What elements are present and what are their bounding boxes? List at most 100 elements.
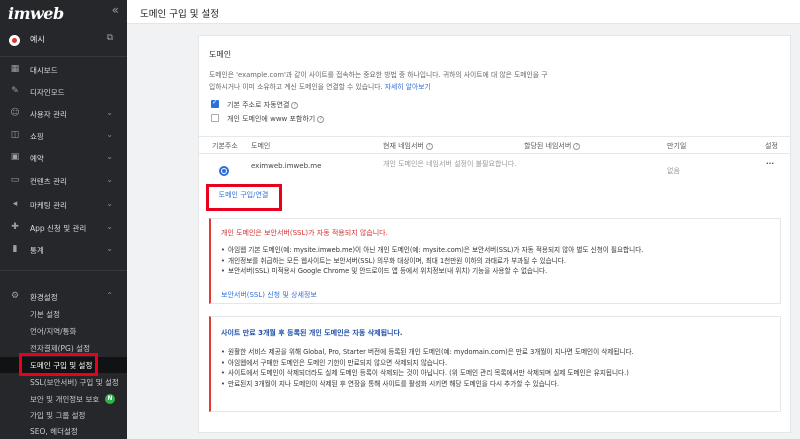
sub-item-label: 가입 및 그룹 설정 bbox=[30, 411, 86, 420]
description-text: 도메인은 'example.com'과 같이 사이트를 접속하는 중요한 방법 … bbox=[209, 71, 548, 91]
bag-icon: ◫ bbox=[10, 130, 20, 140]
sidebar-item-label: 예약 bbox=[30, 154, 44, 163]
sidebar-item-statistics[interactable]: ▮ 통계 ⌄ bbox=[0, 240, 127, 260]
learn-more-link[interactable]: 자세히 알아보기 bbox=[385, 83, 431, 91]
help-icon[interactable]: ? bbox=[573, 142, 581, 150]
sidebar-item-content[interactable]: ▭ 컨텐츠 관리 ⌄ bbox=[0, 171, 127, 191]
divider bbox=[0, 56, 127, 57]
sidebar-item-label: 디자인모드 bbox=[30, 88, 65, 97]
chevron-down-icon: ⌄ bbox=[106, 152, 113, 161]
column-header: 현재 네임서버? bbox=[383, 141, 433, 151]
sidebar-item-label: App 신청 및 관리 bbox=[30, 224, 87, 233]
column-header: 할당된 네임서버? bbox=[524, 141, 581, 151]
sidebar-item-marketing[interactable]: ◂ 마케팅 관리 ⌄ bbox=[0, 195, 127, 215]
settings-sub-signup[interactable]: 가입 및 그룹 설정 bbox=[0, 407, 127, 423]
chevron-up-icon: ⌃ bbox=[106, 291, 113, 300]
table-row: eximweb.imweb.me 개인 도메인은 네임서버 설정이 불필요합니다… bbox=[199, 154, 790, 185]
sidebar-item-reservation[interactable]: ▣ 예약 ⌄ bbox=[0, 148, 127, 168]
sidebar: imweb « 예시 ⧉ ▦ 대시보드 ✎ 디자인모드 ☺ 사용자 관리 ⌄ ◫… bbox=[0, 0, 127, 439]
megaphone-icon: ◂ bbox=[12, 199, 18, 209]
collapse-sidebar-icon[interactable]: « bbox=[112, 3, 119, 17]
page-title: 도메인 구입 및 설정 bbox=[140, 9, 219, 20]
expiration-notice: 사이트 만료 3개월 후 등록된 개인 도메인은 자동 삭제됩니다. 원활한 서… bbox=[209, 316, 781, 412]
chevron-down-icon: ⌄ bbox=[106, 175, 113, 184]
help-icon[interactable]: ? bbox=[291, 101, 299, 109]
settings-sub-security[interactable]: 보안 및 개인정보 보호 N bbox=[0, 391, 127, 407]
help-icon[interactable]: ? bbox=[317, 115, 325, 123]
folder-icon: ▭ bbox=[10, 175, 20, 185]
list-item: 개인정보를 취급하는 모든 웹사이트는 보안서버(SSL) 의무화 대상이며, … bbox=[221, 256, 643, 267]
divider bbox=[0, 270, 127, 271]
grid-icon: ▦ bbox=[10, 64, 20, 74]
sub-item-label: SSL(보안서버) 구입 및 설정 bbox=[30, 378, 119, 387]
new-badge: N bbox=[105, 394, 115, 404]
notice-title: 사이트 만료 3개월 후 등록된 개인 도메인은 자동 삭제됩니다. bbox=[221, 329, 403, 337]
list-item: 사이트에서 도메인이 삭제되더라도 실제 도메인 등록이 삭제되는 것이 아닙니… bbox=[221, 368, 634, 379]
list-item: 아임웹 기본 도메인(예: mysite.imweb.me)이 아닌 개인 도메… bbox=[221, 245, 643, 256]
sidebar-item-label: 대시보드 bbox=[30, 66, 58, 75]
sidebar-item-label: 환경설정 bbox=[30, 293, 58, 302]
column-header: 도메인 bbox=[251, 142, 271, 150]
domain-card: 도메인 도메인은 'example.com'과 같이 사이트를 접속하는 중요한… bbox=[198, 35, 791, 433]
sub-item-label: 언어/지역/통화 bbox=[30, 327, 77, 336]
chevron-down-icon: ⌄ bbox=[106, 199, 113, 208]
sidebar-item-label: 쇼핑 bbox=[30, 132, 44, 141]
site-name: 예시 bbox=[30, 35, 45, 44]
korea-flag-icon bbox=[9, 35, 20, 46]
settings-sub-basic[interactable]: 기본 설정 bbox=[0, 306, 127, 322]
settings-sub-seo[interactable]: SEO, 헤더설정 bbox=[0, 423, 127, 439]
page-header: 도메인 구입 및 설정 bbox=[127, 0, 800, 24]
sidebar-item-apps[interactable]: ✚ App 신청 및 관리 ⌄ bbox=[0, 218, 127, 238]
puzzle-icon: ✚ bbox=[11, 222, 19, 232]
checkbox-label: 기본 주소로 자동연결? bbox=[227, 100, 299, 110]
expiry-date: 없음 bbox=[667, 167, 680, 175]
domain-name: eximweb.imweb.me bbox=[251, 162, 322, 170]
notice-list: 원활한 서비스 제공을 위해 Global, Pro, Starter 버전에 … bbox=[221, 347, 634, 389]
auto-connect-checkbox[interactable] bbox=[211, 98, 219, 108]
list-item: 원활한 서비스 제공을 위해 Global, Pro, Starter 버전에 … bbox=[221, 347, 634, 358]
calendar-icon: ▣ bbox=[10, 152, 20, 162]
wand-icon: ✎ bbox=[11, 86, 19, 96]
chevron-down-icon: ⌄ bbox=[106, 244, 113, 253]
include-www-checkbox[interactable] bbox=[211, 114, 219, 122]
highlight-box bbox=[206, 184, 282, 211]
settings-sub-language[interactable]: 언어/지역/통화 bbox=[0, 323, 127, 339]
sidebar-item-users[interactable]: ☺ 사용자 관리 ⌄ bbox=[0, 104, 127, 124]
column-header: 기본주소 bbox=[212, 142, 238, 150]
sub-item-label: SEO, 헤더설정 bbox=[30, 427, 78, 436]
column-header: 설정 bbox=[765, 142, 778, 150]
sub-item-label: 기본 설정 bbox=[30, 310, 60, 319]
sidebar-item-label: 마케팅 관리 bbox=[30, 201, 67, 210]
default-domain-radio[interactable] bbox=[219, 166, 229, 176]
list-item: 보안서버(SSL) 미적용시 Google Chrome 및 안드로이드 앱 등… bbox=[221, 266, 643, 277]
notice-title: 개인 도메인은 보안서버(SSL)가 자동 적용되지 않습니다. bbox=[221, 229, 388, 237]
imweb-logo[interactable]: imweb bbox=[8, 4, 64, 23]
sidebar-item-design-mode[interactable]: ✎ 디자인모드 bbox=[0, 82, 127, 102]
chart-icon: ▮ bbox=[12, 244, 18, 254]
list-item: 아임웹에서 구매한 도메인은 도메인 기한이 만료되지 않으면 삭제되지 않습니… bbox=[221, 358, 634, 369]
section-title: 도메인 bbox=[209, 50, 232, 59]
chevron-down-icon: ⌄ bbox=[106, 222, 113, 231]
notice-list: 아임웹 기본 도메인(예: mysite.imweb.me)이 아닌 개인 도메… bbox=[221, 245, 643, 277]
user-icon: ☺ bbox=[10, 108, 20, 118]
gear-icon: ⚙ bbox=[10, 291, 20, 301]
sidebar-item-label: 통계 bbox=[30, 246, 44, 255]
table-header: 기본주소 도메인 현재 네임서버? 할당된 네임서버? 만기일 설정 bbox=[199, 136, 790, 154]
ssl-details-link[interactable]: 보안서버(SSL) 신청 및 상세정보 bbox=[221, 290, 317, 300]
checkbox-label: 개인 도메인에 www 포함하기? bbox=[227, 114, 325, 124]
help-icon[interactable]: ? bbox=[425, 142, 433, 150]
external-link-icon[interactable]: ⧉ bbox=[107, 33, 113, 43]
current-nameserver: 개인 도메인은 네임서버 설정이 불필요합니다. bbox=[383, 160, 517, 168]
domain-description: 도메인은 'example.com'과 같이 사이트를 접속하는 중요한 방법 … bbox=[209, 69, 549, 93]
ssl-notice: 개인 도메인은 보안서버(SSL)가 자동 적용되지 않습니다. 아임웹 기본 … bbox=[209, 218, 781, 304]
highlight-box bbox=[19, 353, 98, 376]
sidebar-item-dashboard[interactable]: ▦ 대시보드 bbox=[0, 60, 127, 80]
sidebar-item-shopping[interactable]: ◫ 쇼핑 ⌄ bbox=[0, 126, 127, 146]
site-selector[interactable]: 예시 ⧉ bbox=[0, 30, 127, 52]
sub-item-label: 보안 및 개인정보 보호 bbox=[30, 395, 100, 404]
settings-sub-ssl[interactable]: SSL(보안서버) 구입 및 설정 bbox=[0, 374, 127, 390]
sidebar-item-label: 사용자 관리 bbox=[30, 110, 67, 119]
more-options-icon[interactable]: ··· bbox=[766, 160, 774, 168]
chevron-down-icon: ⌄ bbox=[106, 108, 113, 117]
sidebar-item-settings[interactable]: ⚙ 환경설정 ⌃ bbox=[0, 287, 127, 307]
